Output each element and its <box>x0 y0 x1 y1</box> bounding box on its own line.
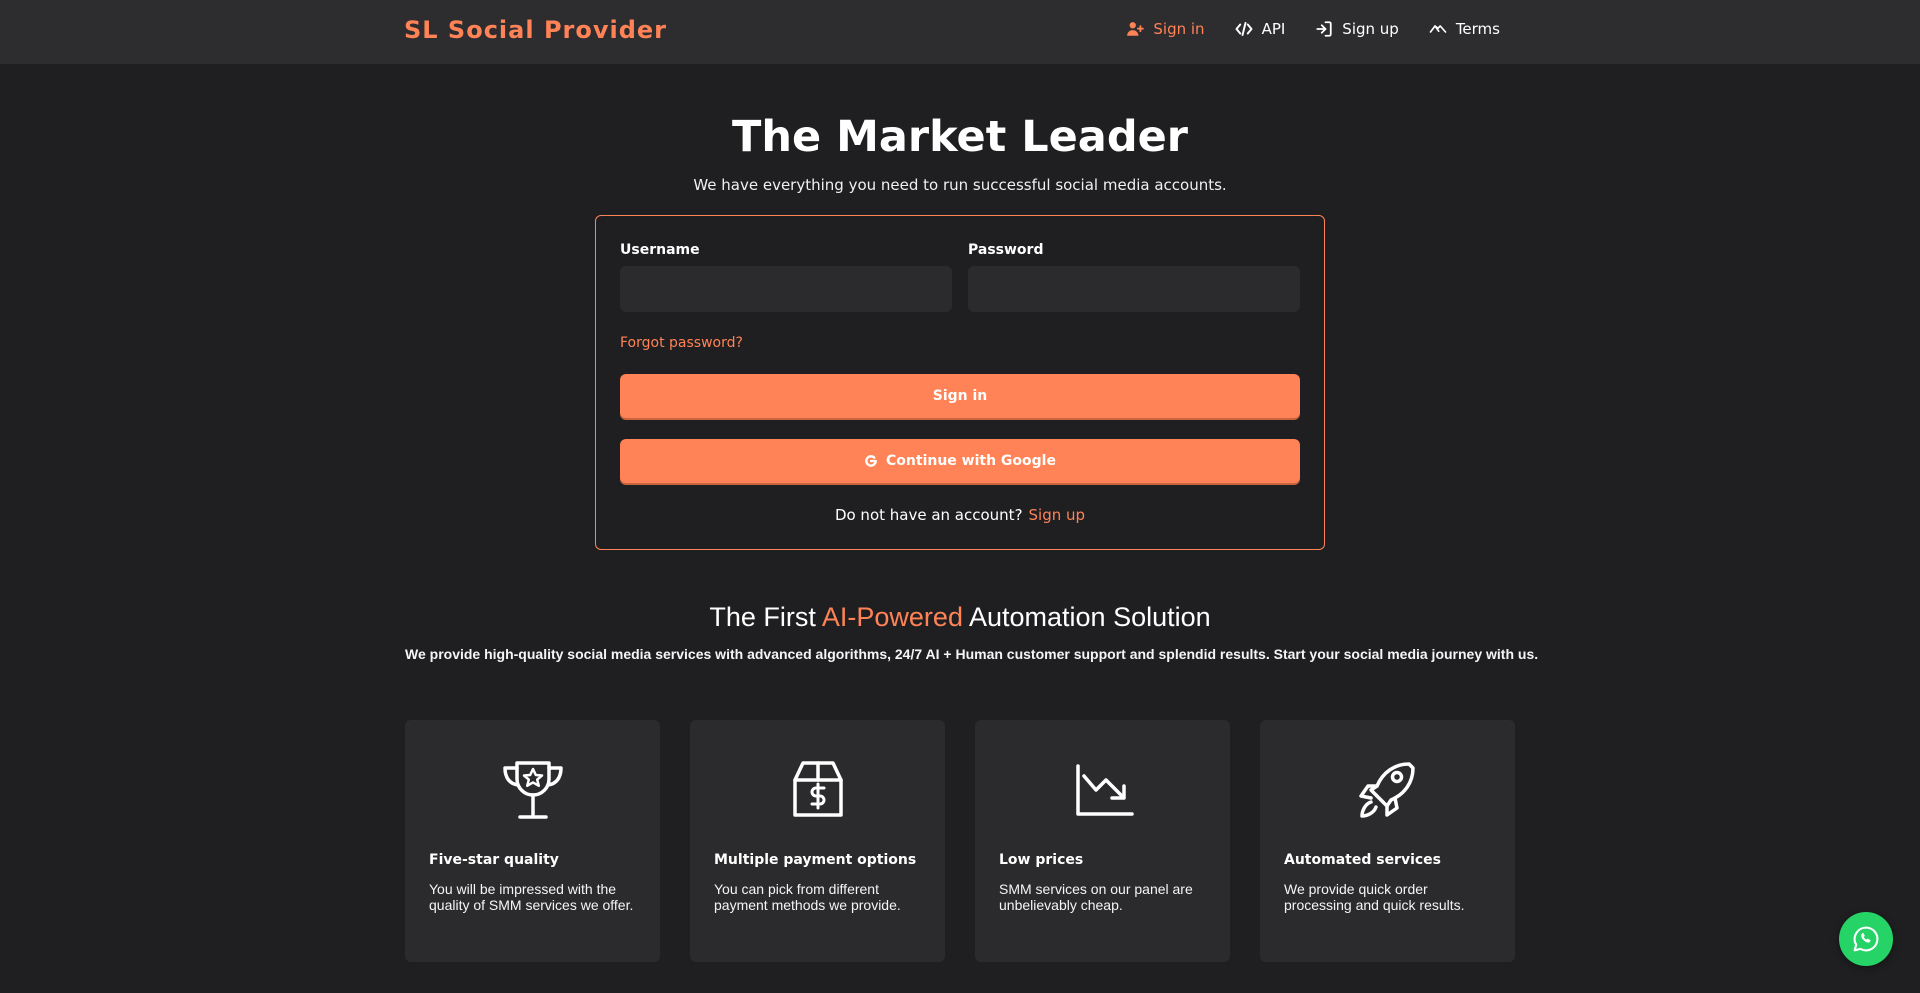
feature-card-payment: Multiple payment options You can pick fr… <box>690 720 945 962</box>
feature-text: SMM services on our panel are unbelievab… <box>999 881 1193 913</box>
sign-in-arrow-icon <box>1316 21 1332 37</box>
hand-shake-icon <box>1429 25 1447 33</box>
nav-sign-up-label: Sign up <box>1342 20 1399 38</box>
sign-in-button-label: Sign in <box>932 388 988 404</box>
no-account-text: Do not have an account? <box>834 506 1023 524</box>
forgot-password-link[interactable]: Forgot password? <box>620 335 743 351</box>
sign-up-link[interactable]: Sign up <box>1029 506 1086 524</box>
trophy-icon <box>502 761 563 819</box>
password-label: Password <box>968 242 1044 258</box>
login-card: Username Password Forgot password? Sign … <box>595 215 1325 550</box>
password-input[interactable] <box>968 266 1300 312</box>
section-title-accent: AI-Powered <box>821 602 963 632</box>
section-title: The First AI-Powered Automation Solution <box>0 602 1920 633</box>
feature-title: Low prices <box>999 852 1084 868</box>
feature-text: You can pick from different payment meth… <box>714 881 901 913</box>
nav-sign-up[interactable]: Sign up <box>1315 20 1399 38</box>
whatsapp-icon <box>1853 926 1879 952</box>
feature-card-automated: Automated services We provide quick orde… <box>1260 720 1515 962</box>
username-input[interactable] <box>620 266 952 312</box>
feature-card-quality: Five-star quality You will be impressed … <box>405 720 660 962</box>
main-nav: Sign in API Sign up Terms <box>1126 20 1500 38</box>
code-icon <box>1235 22 1253 36</box>
section-title-post: Automation Solution <box>962 602 1211 632</box>
feature-title: Automated services <box>1284 852 1442 868</box>
google-sign-in-button[interactable]: Continue with Google <box>620 439 1300 483</box>
section-subtitle: We provide high-quality social media ser… <box>405 646 1539 662</box>
user-plus-icon <box>1127 22 1145 36</box>
chart-down-icon <box>1075 764 1134 816</box>
whatsapp-chat-button[interactable] <box>1839 912 1893 966</box>
dollar-box-icon <box>792 761 843 817</box>
nav-sign-in[interactable]: Sign in <box>1126 20 1205 38</box>
sign-in-button[interactable]: Sign in <box>620 374 1300 418</box>
brand-logo[interactable]: SL Social Provider <box>404 16 667 44</box>
username-label: Username <box>620 242 700 258</box>
feature-list: Five-star quality You will be impressed … <box>405 720 1515 962</box>
nav-api[interactable]: API <box>1235 20 1286 38</box>
feature-text: You will be impressed with the quality o… <box>429 881 634 913</box>
feature-title: Five-star quality <box>429 852 559 868</box>
google-button-label: Continue with Google <box>886 453 1056 469</box>
nav-terms[interactable]: Terms <box>1429 20 1500 38</box>
nav-terms-label: Terms <box>1455 20 1500 38</box>
rocket-icon <box>1358 762 1415 818</box>
nav-sign-in-label: Sign in <box>1153 20 1205 38</box>
signup-prompt: Do not have an account? Sign up <box>596 506 1324 524</box>
feature-card-prices: Low prices SMM services on our panel are… <box>975 720 1230 962</box>
nav-api-label: API <box>1261 20 1286 38</box>
hero-subtitle: We have everything you need to run succe… <box>693 176 1227 194</box>
top-navbar: SL Social Provider Sign in API Sign up T… <box>0 0 1920 64</box>
hero-title: The Market Leader <box>732 112 1188 162</box>
feature-title: Multiple payment options <box>714 852 917 868</box>
feature-text: We provide quick order processing and qu… <box>1284 881 1465 913</box>
section-title-pre: The First <box>709 602 822 632</box>
google-icon <box>865 455 877 467</box>
